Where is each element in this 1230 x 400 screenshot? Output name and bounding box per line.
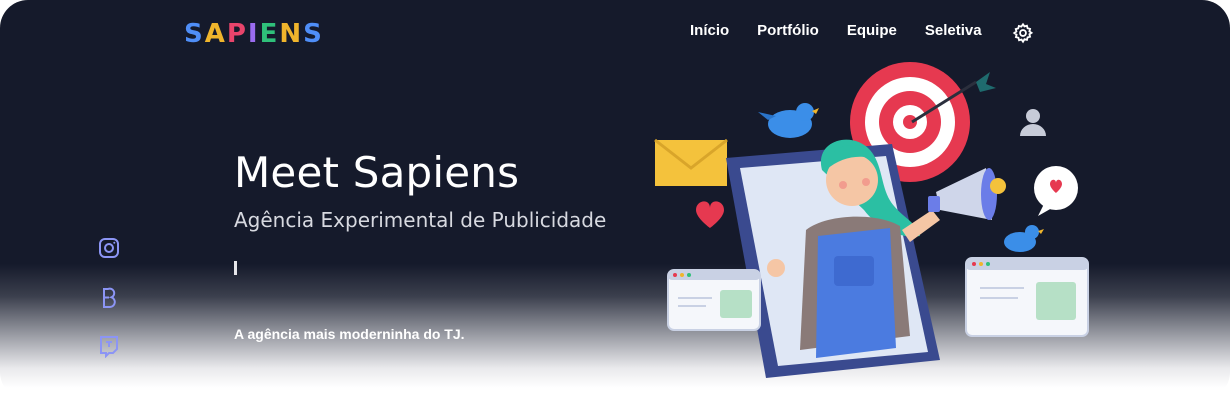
- behance-icon[interactable]: [97, 286, 121, 310]
- browser-window-right: [965, 257, 1089, 337]
- hero-title: Meet Sapiens: [234, 148, 520, 197]
- envelope-icon: [654, 138, 728, 186]
- nav-link-seletiva[interactable]: Seletiva: [925, 22, 982, 39]
- heart-icon: [696, 201, 724, 228]
- logo-letter: N: [279, 19, 303, 49]
- logo-letter: E: [259, 19, 279, 49]
- brand-logo[interactable]: S A P I E N S: [184, 19, 323, 49]
- bird-icon: [758, 103, 819, 138]
- megaphone-icon: [928, 168, 1006, 220]
- nav-link-inicio[interactable]: Início: [690, 22, 729, 39]
- nav-link-portfolio[interactable]: Portfólio: [757, 22, 819, 39]
- speech-bubble-icon: [1034, 166, 1078, 216]
- logo-letter: S: [184, 19, 204, 49]
- nav-link-equipe[interactable]: Equipe: [847, 22, 897, 39]
- hero-tagline: A agência mais moderninha do TJ.: [234, 326, 465, 342]
- logo-letter: I: [247, 19, 259, 49]
- logo-letter: A: [204, 19, 226, 49]
- bird-icon: [1004, 225, 1044, 252]
- hero-subtitle: Agência Experimental de Publicidade: [234, 208, 607, 232]
- page-frame: S A P I E N S Início Portfólio Equipe Se…: [0, 0, 1230, 400]
- typing-cursor: [234, 261, 237, 275]
- hero-illustration: [654, 62, 1089, 378]
- main-nav: Início Portfólio Equipe Seletiva: [690, 22, 982, 39]
- browser-window-left: [667, 269, 761, 331]
- user-icon: [1020, 109, 1046, 136]
- instagram-icon[interactable]: [97, 236, 121, 260]
- logo-letter: P: [226, 19, 247, 49]
- gear-icon[interactable]: [1012, 22, 1034, 44]
- logo-letter: S: [303, 19, 323, 49]
- twitch-icon[interactable]: [97, 334, 121, 358]
